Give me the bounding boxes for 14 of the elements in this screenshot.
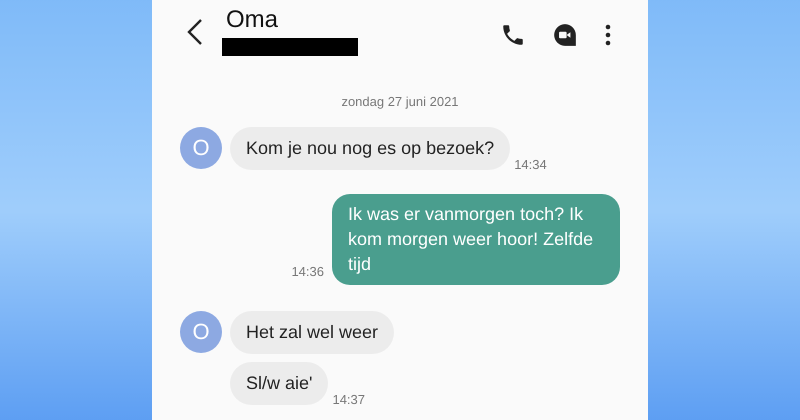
date-label: zondag 27 juni 2021	[340, 94, 460, 109]
message-bubble: Kom je nou nog es op bezoek?	[230, 127, 510, 170]
avatar[interactable]: O	[180, 127, 222, 169]
message-time: 14:36	[291, 264, 324, 279]
avatar[interactable]: O	[180, 311, 222, 353]
video-call-icon[interactable]	[552, 22, 578, 48]
message-time: 14:37	[332, 392, 366, 407]
message-bubble: Ik was er vanmorgen toch? Ik kom morgen weer hoor! Zelfde tijd	[332, 194, 620, 285]
back-icon	[186, 18, 204, 46]
contact-name: Oma	[226, 6, 280, 34]
more-options-icon[interactable]	[604, 22, 612, 48]
message-time: 14:34	[514, 157, 547, 172]
message-bubble: Het zal wel weer	[230, 311, 394, 354]
message-bubble: Sl/w aie'	[230, 362, 328, 405]
